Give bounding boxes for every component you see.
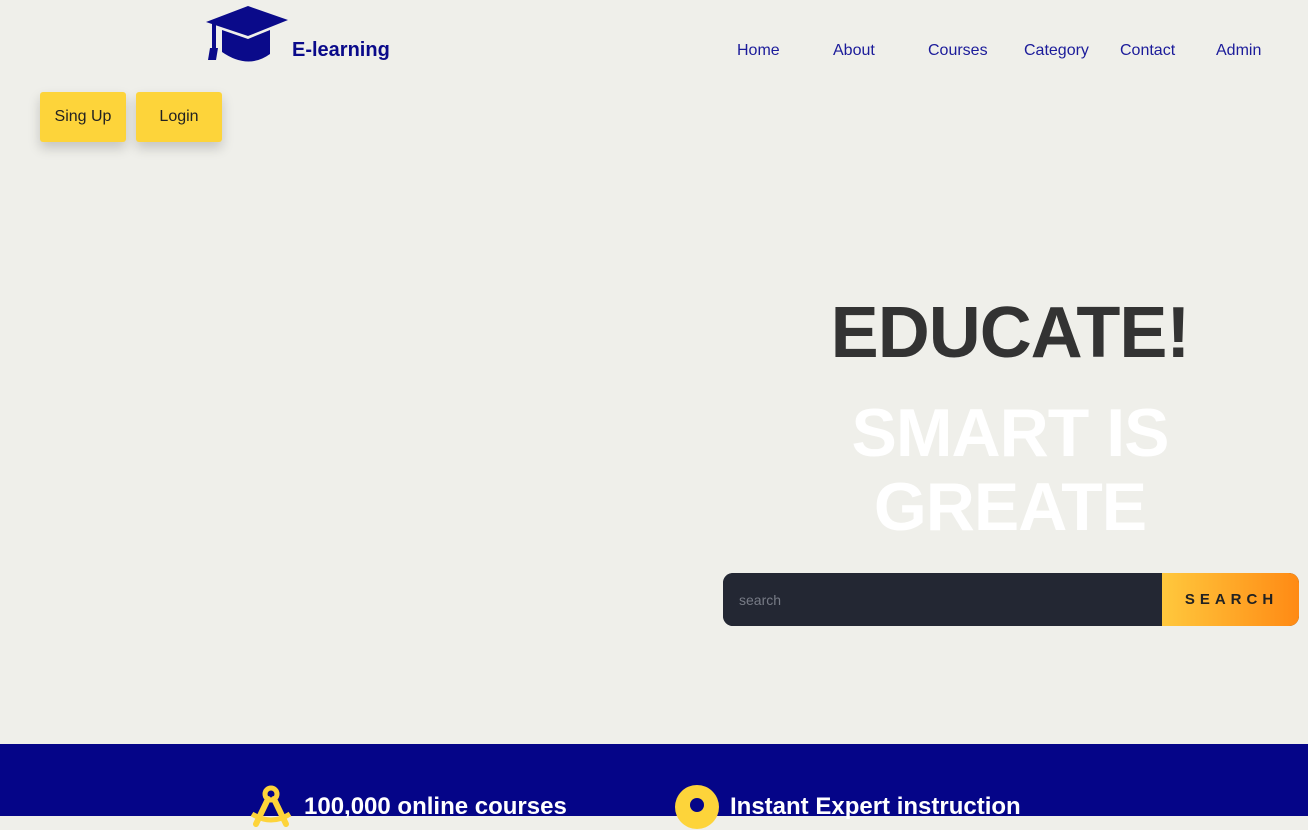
compass-icon — [250, 785, 292, 827]
login-button[interactable]: Login — [136, 92, 222, 142]
main-nav: Home About Courses Category Contact Admi… — [0, 42, 1308, 62]
nav-contact[interactable]: Contact — [1120, 42, 1175, 60]
search-button[interactable]: SEARCH — [1162, 573, 1299, 626]
features-band: 100,000 online courses Instant Expert in… — [0, 744, 1308, 829]
nav-admin[interactable]: Admin — [1216, 42, 1261, 60]
feature-courses-text: 100,000 online courses — [304, 793, 567, 820]
nav-courses[interactable]: Courses — [928, 42, 988, 60]
hero-title: EDUCATE! — [830, 293, 1191, 373]
hero-subtitle-line1: SMART IS — [851, 395, 1170, 471]
hero-subtitle-line2: GREATE — [873, 469, 1147, 545]
signup-button[interactable]: Sing Up — [40, 92, 126, 142]
feature-instruction-text: Instant Expert instruction — [730, 793, 1021, 820]
nav-category[interactable]: Category — [1024, 42, 1089, 60]
auth-buttons: Sing Up Login — [40, 92, 222, 142]
search-bar: SEARCH — [723, 573, 1299, 626]
nav-about[interactable]: About — [833, 42, 875, 60]
feature-instruction: Instant Expert instruction — [674, 784, 1021, 830]
feature-courses: 100,000 online courses — [248, 784, 567, 830]
search-input[interactable] — [723, 573, 1162, 626]
nav-home[interactable]: Home — [737, 42, 780, 60]
hero-subtitle: SMART IS GREATE — [720, 396, 1300, 544]
location-pin-icon — [675, 785, 719, 829]
